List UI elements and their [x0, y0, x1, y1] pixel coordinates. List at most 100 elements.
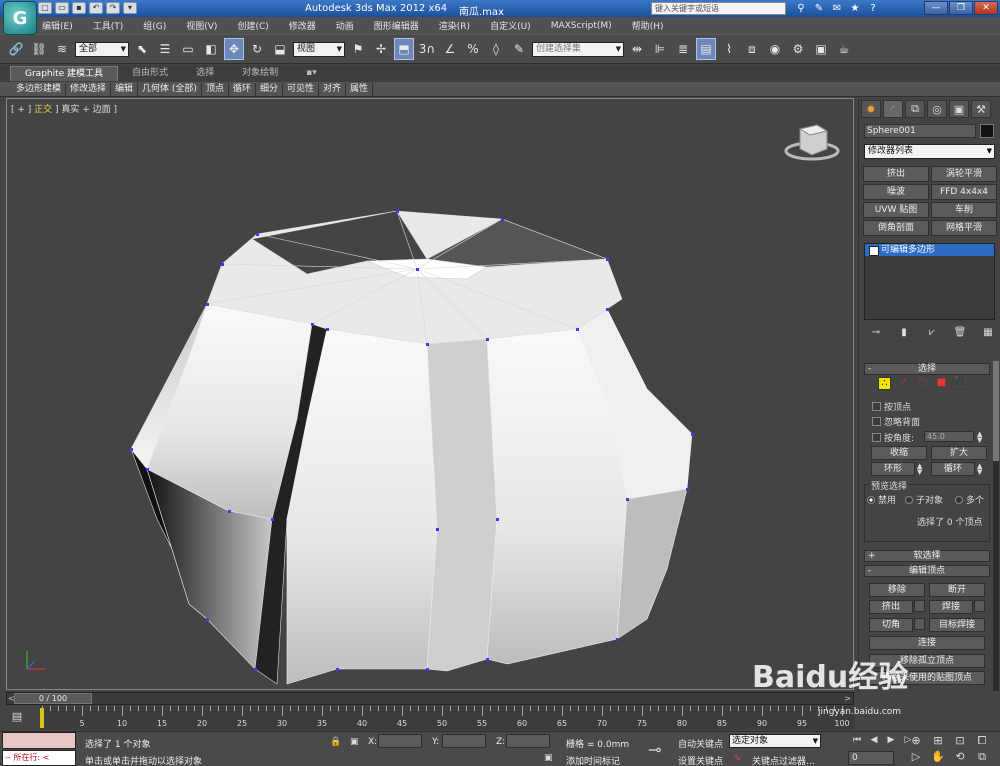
extrude-settings-icon[interactable] — [914, 600, 925, 612]
pumpkin-model[interactable] — [7, 99, 855, 691]
modifier-noise-button[interactable]: 噪波 — [863, 184, 929, 200]
angle-spinner[interactable]: 45.0 — [924, 431, 974, 442]
edit-vertices-rollout-header[interactable]: - 编辑顶点 — [864, 565, 990, 577]
restore-icon[interactable]: ❐ — [949, 1, 973, 15]
select-object-icon[interactable]: ⬉ — [132, 38, 152, 60]
spinner-snap-icon[interactable]: ◊ — [486, 38, 506, 60]
modifier-list-dropdown[interactable]: 修改器列表 — [864, 144, 995, 159]
auto-key-button[interactable]: 自动关键点 — [678, 737, 723, 750]
snaps-toggle-icon[interactable]: 3∩ — [417, 38, 437, 60]
ribbon-options-icon[interactable]: ▪▾ — [292, 66, 331, 81]
ribbon-panel-loops[interactable]: 循环 — [229, 82, 256, 96]
time-tag-icon[interactable]: ▣ — [544, 753, 553, 763]
quick-access-menu-icon[interactable]: ▾ — [123, 2, 137, 14]
modifier-uvw-map-button[interactable]: UVW 贴图 — [863, 202, 929, 218]
angle-spinner-arrows[interactable]: ▲ ▼ — [977, 431, 982, 444]
target-weld-button[interactable]: 目标焊接 — [929, 618, 985, 632]
save-file-icon[interactable]: ▪ — [72, 2, 86, 14]
create-tab-icon[interactable]: ✹ — [861, 100, 881, 118]
modifier-lathe-button[interactable]: 车削 — [931, 202, 997, 218]
menu-group[interactable]: 组(G) — [143, 19, 166, 32]
chamfer-settings-icon[interactable] — [914, 618, 925, 630]
select-and-manipulate-icon[interactable]: ✢ — [371, 38, 391, 60]
weld-button[interactable]: 焊接 — [929, 600, 973, 614]
show-end-result-icon[interactable]: ▮ — [897, 327, 911, 339]
command-panel-scroll-thumb[interactable] — [993, 361, 999, 461]
hierarchy-tab-icon[interactable]: ⧉ — [905, 100, 925, 118]
curve-editor-icon[interactable]: ⌇ — [719, 38, 739, 60]
preview-off-radio[interactable]: 禁用 — [867, 493, 896, 506]
modify-tab-icon[interactable]: ◜ — [883, 100, 903, 118]
bind-space-warp-icon[interactable]: ≋ — [52, 38, 72, 60]
set-key-icon[interactable]: ⊸ — [648, 740, 661, 759]
break-button[interactable]: 断开 — [929, 583, 985, 597]
ribbon-panel-poly-modeling[interactable]: 多边形建模 — [12, 82, 67, 96]
mirror-icon[interactable]: ⇹ — [627, 38, 647, 60]
remove-unused-map-verts-button[interactable]: 移除未使用的贴图顶点 — [869, 671, 985, 685]
border-level-icon[interactable]: ◌ — [916, 377, 929, 390]
open-file-icon[interactable]: ▭ — [55, 2, 69, 14]
angle-snap-icon[interactable]: ∠ — [440, 38, 460, 60]
select-and-scale-icon[interactable]: ⬓ — [270, 38, 290, 60]
weld-settings-icon[interactable] — [974, 600, 985, 612]
ring-button[interactable]: 环形 — [871, 462, 915, 476]
connect-button[interactable]: 连接 — [869, 636, 985, 650]
object-name-field[interactable]: Sphere001 — [864, 124, 976, 138]
menu-tools[interactable]: 工具(T) — [93, 19, 124, 32]
menu-rendering[interactable]: 渲染(R) — [439, 19, 470, 32]
ribbon-panel-properties[interactable]: 属性 — [346, 82, 374, 96]
time-slider[interactable]: < 0 / 100 > — [6, 692, 854, 705]
redo-icon[interactable]: ↷ — [106, 2, 120, 14]
motion-tab-icon[interactable]: ◎ — [927, 100, 947, 118]
previous-frame-icon[interactable]: ◀ — [867, 734, 881, 747]
subscription-icon[interactable]: ✎ — [812, 2, 826, 15]
absolute-mode-icon[interactable]: ▣ — [350, 737, 359, 747]
graphite-toggle-icon[interactable]: ▤ — [696, 38, 716, 60]
element-level-icon[interactable]: ⬛ — [954, 377, 967, 390]
preview-multi-radio[interactable]: 多个 — [955, 493, 984, 506]
menu-animation[interactable]: 动画 — [336, 19, 354, 32]
selection-rollout-header[interactable]: - 选择 — [864, 363, 990, 375]
extrude-button[interactable]: 挤出 — [869, 600, 913, 614]
modifier-ffd-button[interactable]: FFD 4x4x4 — [931, 184, 997, 200]
favorites-icon[interactable]: ★ — [848, 2, 862, 15]
ring-spinner-arrows[interactable]: ▲ ▼ — [917, 463, 922, 476]
perspective-viewport[interactable]: [ + ] 正交 ] 真实 + 边面 ] — [6, 98, 854, 690]
x-coord-field[interactable] — [378, 734, 422, 748]
go-to-start-icon[interactable]: ⏮ — [850, 734, 864, 747]
lock-selection-icon[interactable]: 🔒 — [330, 737, 341, 747]
select-and-rotate-icon[interactable]: ↻ — [247, 38, 267, 60]
y-coord-field[interactable] — [442, 734, 486, 748]
remove-button[interactable]: 移除 — [869, 583, 925, 597]
material-editor-icon[interactable]: ◉ — [765, 38, 785, 60]
selection-filter-dropdown[interactable]: 全部 — [75, 41, 129, 57]
current-frame-marker[interactable] — [40, 708, 44, 728]
loop-spinner-arrows[interactable]: ▲ ▼ — [977, 463, 982, 476]
tab-object-paint[interactable]: 对象绘制 — [228, 66, 292, 81]
menu-maxscript[interactable]: MAXScript(M) — [551, 21, 612, 31]
modifier-meshsmooth-button[interactable]: 网格平滑 — [931, 220, 997, 236]
zoom-all-icon[interactable]: ⊞ — [928, 734, 948, 748]
maxscript-line-field[interactable]: -- 所在行: < — [2, 750, 76, 766]
menu-modifiers[interactable]: 修改器 — [289, 19, 316, 32]
ribbon-panel-visibility[interactable]: 可见性 — [283, 82, 319, 96]
stack-item-editable-poly[interactable]: 可编辑多边形 — [865, 244, 994, 256]
object-color-swatch[interactable] — [980, 124, 994, 138]
by-vertex-checkbox[interactable]: 按顶点 — [872, 400, 911, 413]
z-coord-field[interactable] — [506, 734, 550, 748]
ignore-backfacing-checkbox[interactable]: 忽略背面 — [872, 415, 920, 428]
shrink-button[interactable]: 收缩 — [871, 446, 927, 460]
modifier-extrude-button[interactable]: 挤出 — [863, 166, 929, 182]
key-selection-dropdown[interactable]: 选定对象 — [729, 734, 821, 748]
soft-selection-rollout-header[interactable]: + 软选择 — [864, 550, 990, 562]
pivot-center-icon[interactable]: ⚑ — [348, 38, 368, 60]
orbit-icon[interactable]: ⟲ — [950, 750, 970, 764]
rendered-frame-icon[interactable]: ▣ — [811, 38, 831, 60]
window-crossing-icon[interactable]: ◧ — [201, 38, 221, 60]
search-input[interactable]: 键入关键字或短语 — [651, 2, 786, 15]
zoom-extents-icon[interactable]: ⊡ — [950, 734, 970, 748]
link-icon[interactable]: 🔗 — [6, 38, 26, 60]
fov-icon[interactable]: ▷ — [906, 750, 926, 764]
utilities-tab-icon[interactable]: ⚒ — [971, 100, 991, 118]
ribbon-panel-vertices[interactable]: 顶点 — [202, 82, 229, 96]
